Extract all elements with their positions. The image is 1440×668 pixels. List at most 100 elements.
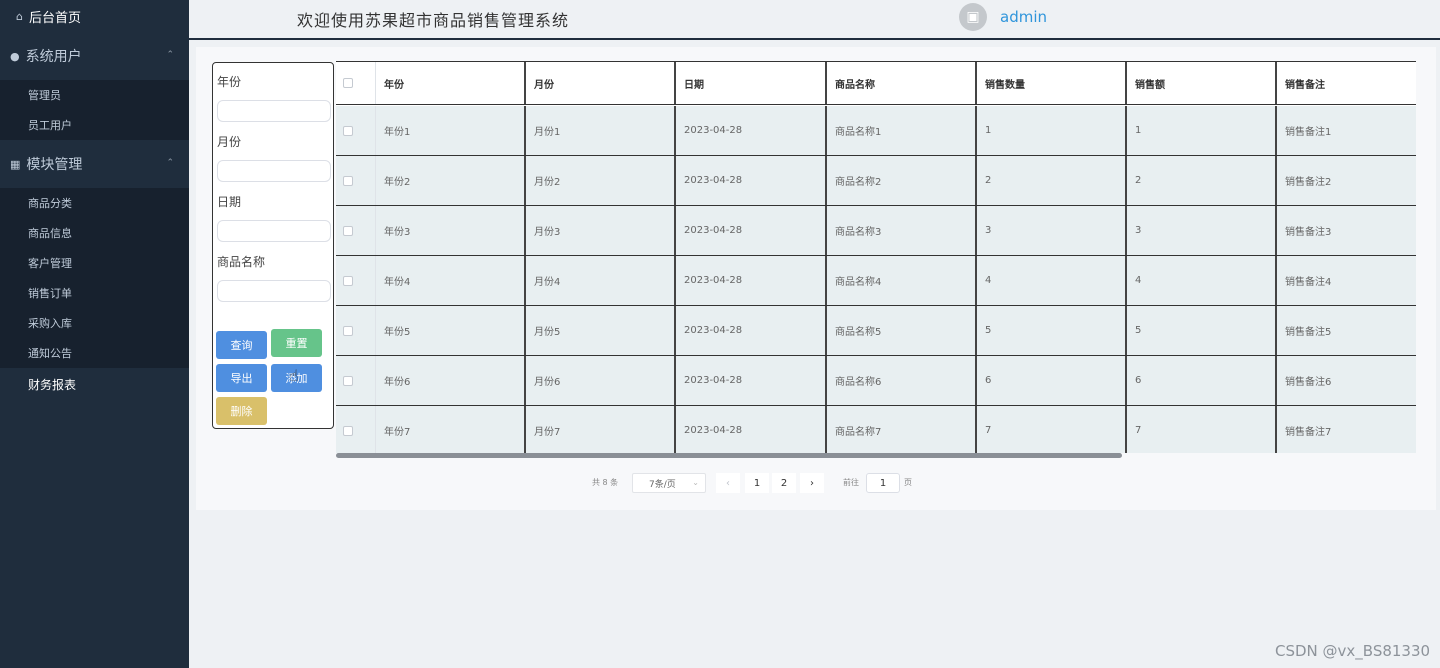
table-cell: 月份1	[526, 106, 676, 155]
sidebar-submenu-modules: 商品分类 商品信息 客户管理 销售订单 采购入库 通知公告	[0, 188, 189, 368]
table-cell: 商品名称6	[827, 356, 977, 405]
horizontal-scrollbar[interactable]	[336, 453, 1122, 458]
sidebar: ⌂ 后台首页 ● 系统用户 ⌃ 管理员 员工用户 ▦ 模块管理 ⌃ 商品分类 商…	[0, 0, 189, 668]
table-cell: 7	[1127, 406, 1277, 453]
sidebar-item-finance[interactable]: 财务报表	[0, 368, 189, 400]
sidebar-item-sales-orders[interactable]: 销售订单	[0, 278, 189, 308]
page-button[interactable]: 2	[772, 473, 796, 493]
date-input[interactable]	[217, 220, 331, 242]
table-cell: 年份3	[376, 206, 526, 255]
avatar[interactable]: ▣	[959, 3, 987, 31]
column-header[interactable]: 销售备注	[1277, 62, 1416, 104]
sidebar-item-purchase[interactable]: 采购入库	[0, 308, 189, 338]
image-icon: ▣	[966, 9, 980, 25]
sidebar-submenu-users: 管理员 员工用户	[0, 80, 189, 140]
table-cell: 3	[977, 206, 1127, 255]
table-cell: 年份5	[376, 306, 526, 355]
table-row[interactable]: 年份3 月份3 2023-04-28 商品名称3 3 3 销售备注3	[336, 206, 1416, 256]
table-cell: 3	[1127, 206, 1277, 255]
query-button[interactable]: 查询	[216, 331, 267, 359]
table-row[interactable]: 年份4 月份4 2023-04-28 商品名称4 4 4 销售备注4	[336, 256, 1416, 306]
table-cell: 销售备注4	[1285, 277, 1332, 288]
table-cell: 2023-04-28	[676, 106, 827, 155]
column-header[interactable]: 日期	[676, 62, 827, 104]
search-form: 年份 月份 日期 商品名称 查询 重置 导出 添加 删除	[212, 62, 334, 429]
product-name-input[interactable]	[217, 280, 331, 302]
row-checkbox[interactable]	[336, 156, 376, 205]
table-cell: 年份2	[376, 156, 526, 205]
username[interactable]: admin	[1000, 8, 1047, 26]
watermark: CSDN @vx_BS81330	[1275, 642, 1431, 660]
row-checkbox[interactable]	[336, 306, 376, 355]
column-header[interactable]: 销售数量	[977, 62, 1127, 104]
table-cell: 年份7	[376, 406, 526, 453]
table-cell: 商品名称4	[827, 256, 977, 305]
chevron-up-icon: ⌃	[166, 50, 174, 60]
column-header[interactable]: 销售额	[1127, 62, 1277, 104]
sidebar-group-modules[interactable]: ▦ 模块管理 ⌃	[0, 140, 189, 188]
column-header[interactable]: 月份	[526, 62, 676, 104]
year-label: 年份	[217, 75, 242, 89]
table-cell: 5	[1127, 306, 1277, 355]
chevron-down-icon: ⌄	[692, 478, 699, 487]
table-cell: 2023-04-28	[676, 156, 827, 205]
table-cell: 商品名称3	[827, 206, 977, 255]
sidebar-item-goods[interactable]: 商品信息	[0, 218, 189, 248]
row-checkbox[interactable]	[336, 106, 376, 155]
goto-unit: 页	[904, 478, 912, 487]
row-checkbox[interactable]	[336, 256, 376, 305]
table-cell: 销售备注3	[1285, 227, 1332, 238]
table-cell: 1	[1127, 106, 1277, 155]
column-header[interactable]: 年份	[376, 62, 526, 104]
goto-page-input[interactable]: 1	[866, 473, 900, 493]
table-cell: 销售备注6	[1285, 377, 1332, 388]
row-checkbox[interactable]	[336, 406, 376, 453]
page-button[interactable]: 1	[745, 473, 769, 493]
sidebar-group-label: 模块管理	[26, 157, 83, 173]
table-cell: 销售备注7	[1285, 427, 1332, 438]
table-cell: 6	[977, 356, 1127, 405]
export-button[interactable]: 导出	[216, 364, 267, 392]
select-all-checkbox[interactable]	[336, 62, 376, 104]
sidebar-item-notices[interactable]: 通知公告	[0, 338, 189, 368]
table-cell: 商品名称5	[827, 306, 977, 355]
table-cell: 月份5	[526, 306, 676, 355]
sidebar-item-customers[interactable]: 客户管理	[0, 248, 189, 278]
sidebar-group-system-users[interactable]: ● 系统用户 ⌃	[0, 32, 189, 80]
product-name-label: 商品名称	[217, 255, 266, 269]
sidebar-item-category[interactable]: 商品分类	[0, 188, 189, 218]
table-row[interactable]: 年份5 月份5 2023-04-28 商品名称5 5 5 销售备注5	[336, 306, 1416, 356]
page-size-select[interactable]: 7条/页 ⌄	[632, 473, 706, 493]
table-cell: 商品名称1	[827, 106, 977, 155]
prev-page-button[interactable]: ‹	[716, 473, 740, 493]
next-page-button[interactable]: ›	[800, 473, 824, 493]
table-cell: 月份6	[526, 356, 676, 405]
delete-button[interactable]: 删除	[216, 397, 267, 425]
sidebar-home[interactable]: ⌂ 后台首页	[0, 0, 189, 32]
table-cell: 月份3	[526, 206, 676, 255]
user-icon: ●	[10, 49, 20, 63]
month-input[interactable]	[217, 160, 331, 182]
pagination-total: 共 8 条	[592, 478, 619, 487]
grid-icon: ▦	[10, 157, 21, 171]
top-header: 欢迎使用苏果超市商品销售管理系统 ▣ admin	[189, 0, 1440, 40]
table-cell: 销售备注1	[1285, 127, 1332, 138]
table-row[interactable]: 年份1 月份1 2023-04-28 商品名称1 1 1 销售备注1	[336, 106, 1416, 156]
table-row[interactable]: 年份7 月份7 2023-04-28 商品名称7 7 7 销售备注7	[336, 406, 1416, 453]
month-label: 月份	[217, 135, 242, 149]
reset-button[interactable]: 重置	[271, 329, 322, 357]
hand-cursor-icon: ☝	[289, 366, 299, 385]
table-row[interactable]: 年份2 月份2 2023-04-28 商品名称2 2 2 销售备注2	[336, 156, 1416, 206]
sidebar-item-employee[interactable]: 员工用户	[0, 110, 189, 140]
row-checkbox[interactable]	[336, 356, 376, 405]
sidebar-item-admin[interactable]: 管理员	[0, 80, 189, 110]
table-cell: 5	[977, 306, 1127, 355]
table-cell: 2	[977, 156, 1127, 205]
column-header[interactable]: 商品名称	[827, 62, 977, 104]
goto-label: 前往	[843, 478, 859, 487]
row-checkbox[interactable]	[336, 206, 376, 255]
table-cell: 2023-04-28	[676, 256, 827, 305]
table-row[interactable]: 年份6 月份6 2023-04-28 商品名称6 6 6 销售备注6	[336, 356, 1416, 406]
table-cell: 1	[977, 106, 1127, 155]
year-input[interactable]	[217, 100, 331, 122]
